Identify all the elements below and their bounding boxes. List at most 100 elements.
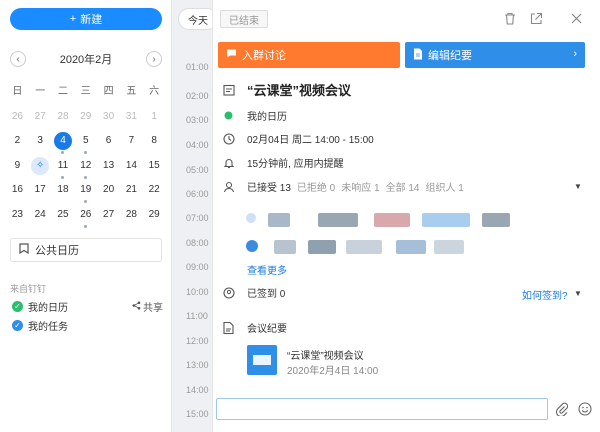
edit-minutes-label: 编辑纪要 — [428, 50, 472, 62]
bookmark-icon — [19, 243, 29, 257]
public-calendar-button[interactable]: 公共日历 — [10, 238, 162, 262]
document-preview-icon — [253, 355, 271, 365]
calendar-day-today[interactable]: ✧ — [29, 156, 52, 176]
avatar[interactable] — [434, 240, 464, 254]
event-reminder: 15分钟前, 应用内提醒 — [247, 159, 344, 170]
calendar-day[interactable]: 27 — [29, 107, 52, 127]
avatar[interactable] — [374, 213, 410, 227]
see-more-link[interactable]: 查看更多 — [247, 262, 287, 277]
hour-label: 03:00 — [186, 115, 209, 125]
minutes-doc-icon — [222, 321, 235, 334]
share-icon — [132, 301, 141, 313]
hour-label: 02:00 — [186, 91, 209, 101]
attendee-avatars — [246, 210, 516, 260]
calendar-day[interactable]: 14 — [120, 156, 143, 176]
calendar-day[interactable]: 6 — [97, 131, 120, 151]
calendar-day[interactable]: 29 — [143, 205, 166, 225]
calendar-day[interactable]: 29 — [74, 107, 97, 127]
avatar[interactable] — [308, 240, 336, 254]
calendar-day[interactable]: 18 — [52, 180, 75, 200]
calendar-day[interactable]: 26 — [74, 205, 97, 228]
edit-minutes-button[interactable]: 编辑纪要 › — [405, 42, 585, 68]
calendar-day[interactable]: 28 — [52, 107, 75, 127]
attendance-row[interactable]: 已接受 13 已拒绝 0 未响应 1 全部 14 组织人 1 — [222, 179, 464, 194]
avatar[interactable] — [482, 213, 510, 227]
calendar-day[interactable]: 17 — [29, 180, 52, 200]
calendar-day[interactable]: 23 — [6, 205, 29, 225]
calendar-day[interactable]: 8 — [143, 131, 166, 151]
new-event-button[interactable]: + 新建 — [10, 8, 162, 30]
avatar[interactable] — [268, 213, 290, 227]
checkbox-checked-icon[interactable]: ✓ — [12, 319, 23, 331]
event-title: “云课堂”视频会议 — [247, 83, 352, 98]
avatar[interactable] — [246, 213, 256, 223]
calendar-day[interactable]: 16 — [6, 180, 29, 200]
weekday-label: 三 — [80, 86, 91, 98]
clock-icon — [222, 132, 235, 145]
how-to-signin-link[interactable]: 如何签到? — [522, 287, 568, 302]
paperclip-icon[interactable] — [554, 401, 570, 417]
dropdown-caret-icon[interactable]: ▼ — [574, 182, 582, 191]
event-calendar-name: 我的日历 — [247, 112, 287, 123]
event-datetime: 02月04日 周二 14:00 - 15:00 — [247, 135, 374, 146]
calendar-day[interactable]: 19 — [74, 180, 97, 204]
calendar-day[interactable]: 22 — [143, 180, 166, 200]
comment-input[interactable] — [216, 398, 548, 420]
calendar-day[interactable]: 11 — [52, 156, 75, 179]
trash-icon[interactable] — [502, 10, 518, 26]
hour-label: 10:00 — [186, 287, 209, 297]
calendar-day[interactable]: 25 — [52, 205, 75, 225]
calendar-day[interactable]: 15 — [143, 156, 166, 176]
weekday-label: 四 — [103, 86, 114, 98]
calendar-day[interactable]: 26 — [6, 107, 29, 127]
avatar[interactable] — [422, 213, 470, 227]
avatar[interactable] — [274, 240, 296, 254]
minutes-document-name[interactable]: “云课堂”视频会议 — [287, 347, 364, 362]
avatar[interactable] — [396, 240, 426, 254]
avatar[interactable] — [346, 240, 382, 254]
calendar-day[interactable]: 20 — [97, 180, 120, 200]
calendar-day[interactable]: 31 — [120, 107, 143, 127]
dropdown-caret-icon[interactable]: ▼ — [574, 289, 582, 298]
share-button[interactable]: 共享 — [132, 299, 163, 314]
calendar-day[interactable]: 12 — [74, 156, 97, 179]
avatar[interactable] — [246, 240, 258, 252]
calendar-item-my-calendar[interactable]: ✓ 我的日历 — [12, 299, 68, 314]
calendar-day[interactable]: 27 — [97, 205, 120, 225]
weekday-label: 日 — [12, 86, 23, 98]
calendar-day[interactable]: 1 — [143, 107, 166, 127]
join-group-chat-button[interactable]: 入群讨论 — [218, 42, 400, 68]
share-label: 共享 — [143, 303, 163, 314]
calendar-day-selected[interactable]: 4 — [52, 131, 75, 155]
pending-count: 未响应 1 — [341, 183, 380, 194]
share-out-icon[interactable] — [528, 10, 544, 26]
calendar-item-label: 我的日历 — [28, 302, 68, 314]
calendar-item-my-tasks[interactable]: ✓ 我的任务 — [12, 318, 68, 333]
public-calendar-label: 公共日历 — [35, 245, 79, 257]
weekday-label: 一 — [35, 86, 46, 98]
prev-month-icon[interactable]: ‹ — [10, 51, 26, 67]
next-month-icon[interactable]: › — [146, 51, 162, 67]
minutes-document-thumbnail[interactable] — [247, 345, 277, 375]
close-icon[interactable] — [568, 10, 584, 26]
calendar-day[interactable]: 21 — [120, 180, 143, 200]
attendance-stats: 已接受 13 已拒绝 0 未响应 1 全部 14 组织人 1 — [247, 179, 464, 194]
chat-icon — [226, 48, 237, 62]
calendar-day[interactable]: 3 — [29, 131, 52, 151]
calendar-day[interactable]: 9 — [6, 156, 29, 176]
calendar-week: 9 ✧ 11 12 13 14 15 — [6, 154, 166, 179]
calendar-day[interactable]: 2 — [6, 131, 29, 151]
emoji-icon[interactable] — [577, 401, 593, 417]
minutes-section-row: 会议纪要 — [222, 320, 287, 335]
calendar-day[interactable]: 30 — [97, 107, 120, 127]
calendar-day[interactable]: 13 — [97, 156, 120, 176]
event-calendar-row: 我的日历 — [222, 108, 287, 123]
calendar-day[interactable]: 5 — [74, 131, 97, 155]
minutes-section-title: 会议纪要 — [247, 324, 287, 335]
month-navigator: ‹ 2020年2月 › — [10, 50, 162, 68]
calendar-day[interactable]: 7 — [120, 131, 143, 151]
checkbox-checked-icon[interactable]: ✓ — [12, 300, 23, 312]
avatar[interactable] — [318, 213, 358, 227]
calendar-day[interactable]: 28 — [120, 205, 143, 225]
calendar-day[interactable]: 24 — [29, 205, 52, 225]
